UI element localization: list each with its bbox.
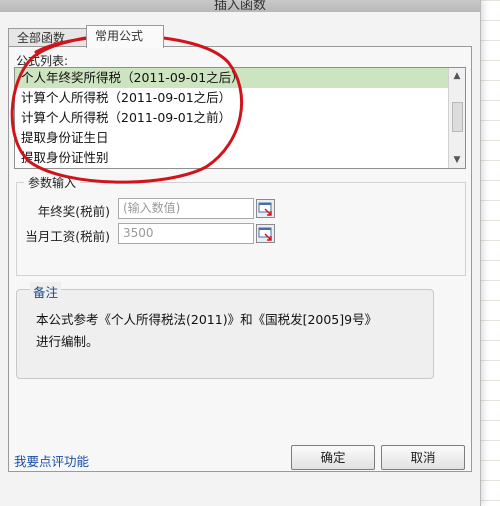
salary-input[interactable]: 3500 (118, 223, 254, 244)
list-scrollbar[interactable]: ▲ ▼ (448, 68, 465, 168)
range-select-icon[interactable] (256, 224, 275, 243)
dialog-title: 插入函数 (213, 0, 266, 13)
range-select-icon[interactable] (256, 199, 275, 218)
list-item[interactable]: 提取身份证生日 (15, 128, 451, 148)
cancel-button[interactable]: 取消 (381, 445, 465, 470)
feedback-link[interactable]: 我要点评功能 (14, 451, 89, 470)
ok-button[interactable]: 确定 (291, 445, 375, 470)
scroll-up-icon[interactable]: ▲ (449, 68, 465, 84)
list-item[interactable]: 计算个人所得税（2011-09-01之后） (15, 88, 451, 108)
insert-function-dialog: 插入函数 全部函数 常用公式 公式列表: 个人年终奖所得税（2011-09-01… (0, 0, 481, 506)
notes-title: 备注 (30, 282, 62, 301)
notes-text: 本公式参考《个人所得税法(2011)》和《国税发[2005]9号》 进行编制。 (36, 309, 426, 353)
scroll-down-icon[interactable]: ▼ (449, 152, 465, 168)
list-item[interactable]: 计算个人所得税（2011-09-01之前） (15, 108, 451, 128)
dialog-titlebar: 插入函数 (0, 0, 480, 13)
bonus-input[interactable]: (输入数值) (118, 198, 254, 219)
formula-listbox[interactable]: 个人年终奖所得税（2011-09-01之后） 计算个人所得税（2011-09-0… (14, 67, 466, 169)
param-label-salary: 当月工资(税前) (25, 229, 110, 244)
tab-common-formulas[interactable]: 常用公式 (86, 25, 164, 48)
notes-line: 本公式参考《个人所得税法(2011)》和《国税发[2005]9号》 (36, 312, 378, 327)
param-group-legend: 参数输入 (24, 174, 81, 191)
list-item[interactable]: 个人年终奖所得税（2011-09-01之后） (15, 68, 451, 88)
scroll-thumb[interactable] (452, 102, 463, 132)
notes-line: 进行编制。 (36, 334, 99, 349)
tab-all-functions[interactable]: 全部函数 (8, 28, 88, 47)
list-item[interactable]: 提取身份证性别 (15, 148, 451, 168)
param-label-bonus: 年终奖(税前) (37, 204, 110, 219)
